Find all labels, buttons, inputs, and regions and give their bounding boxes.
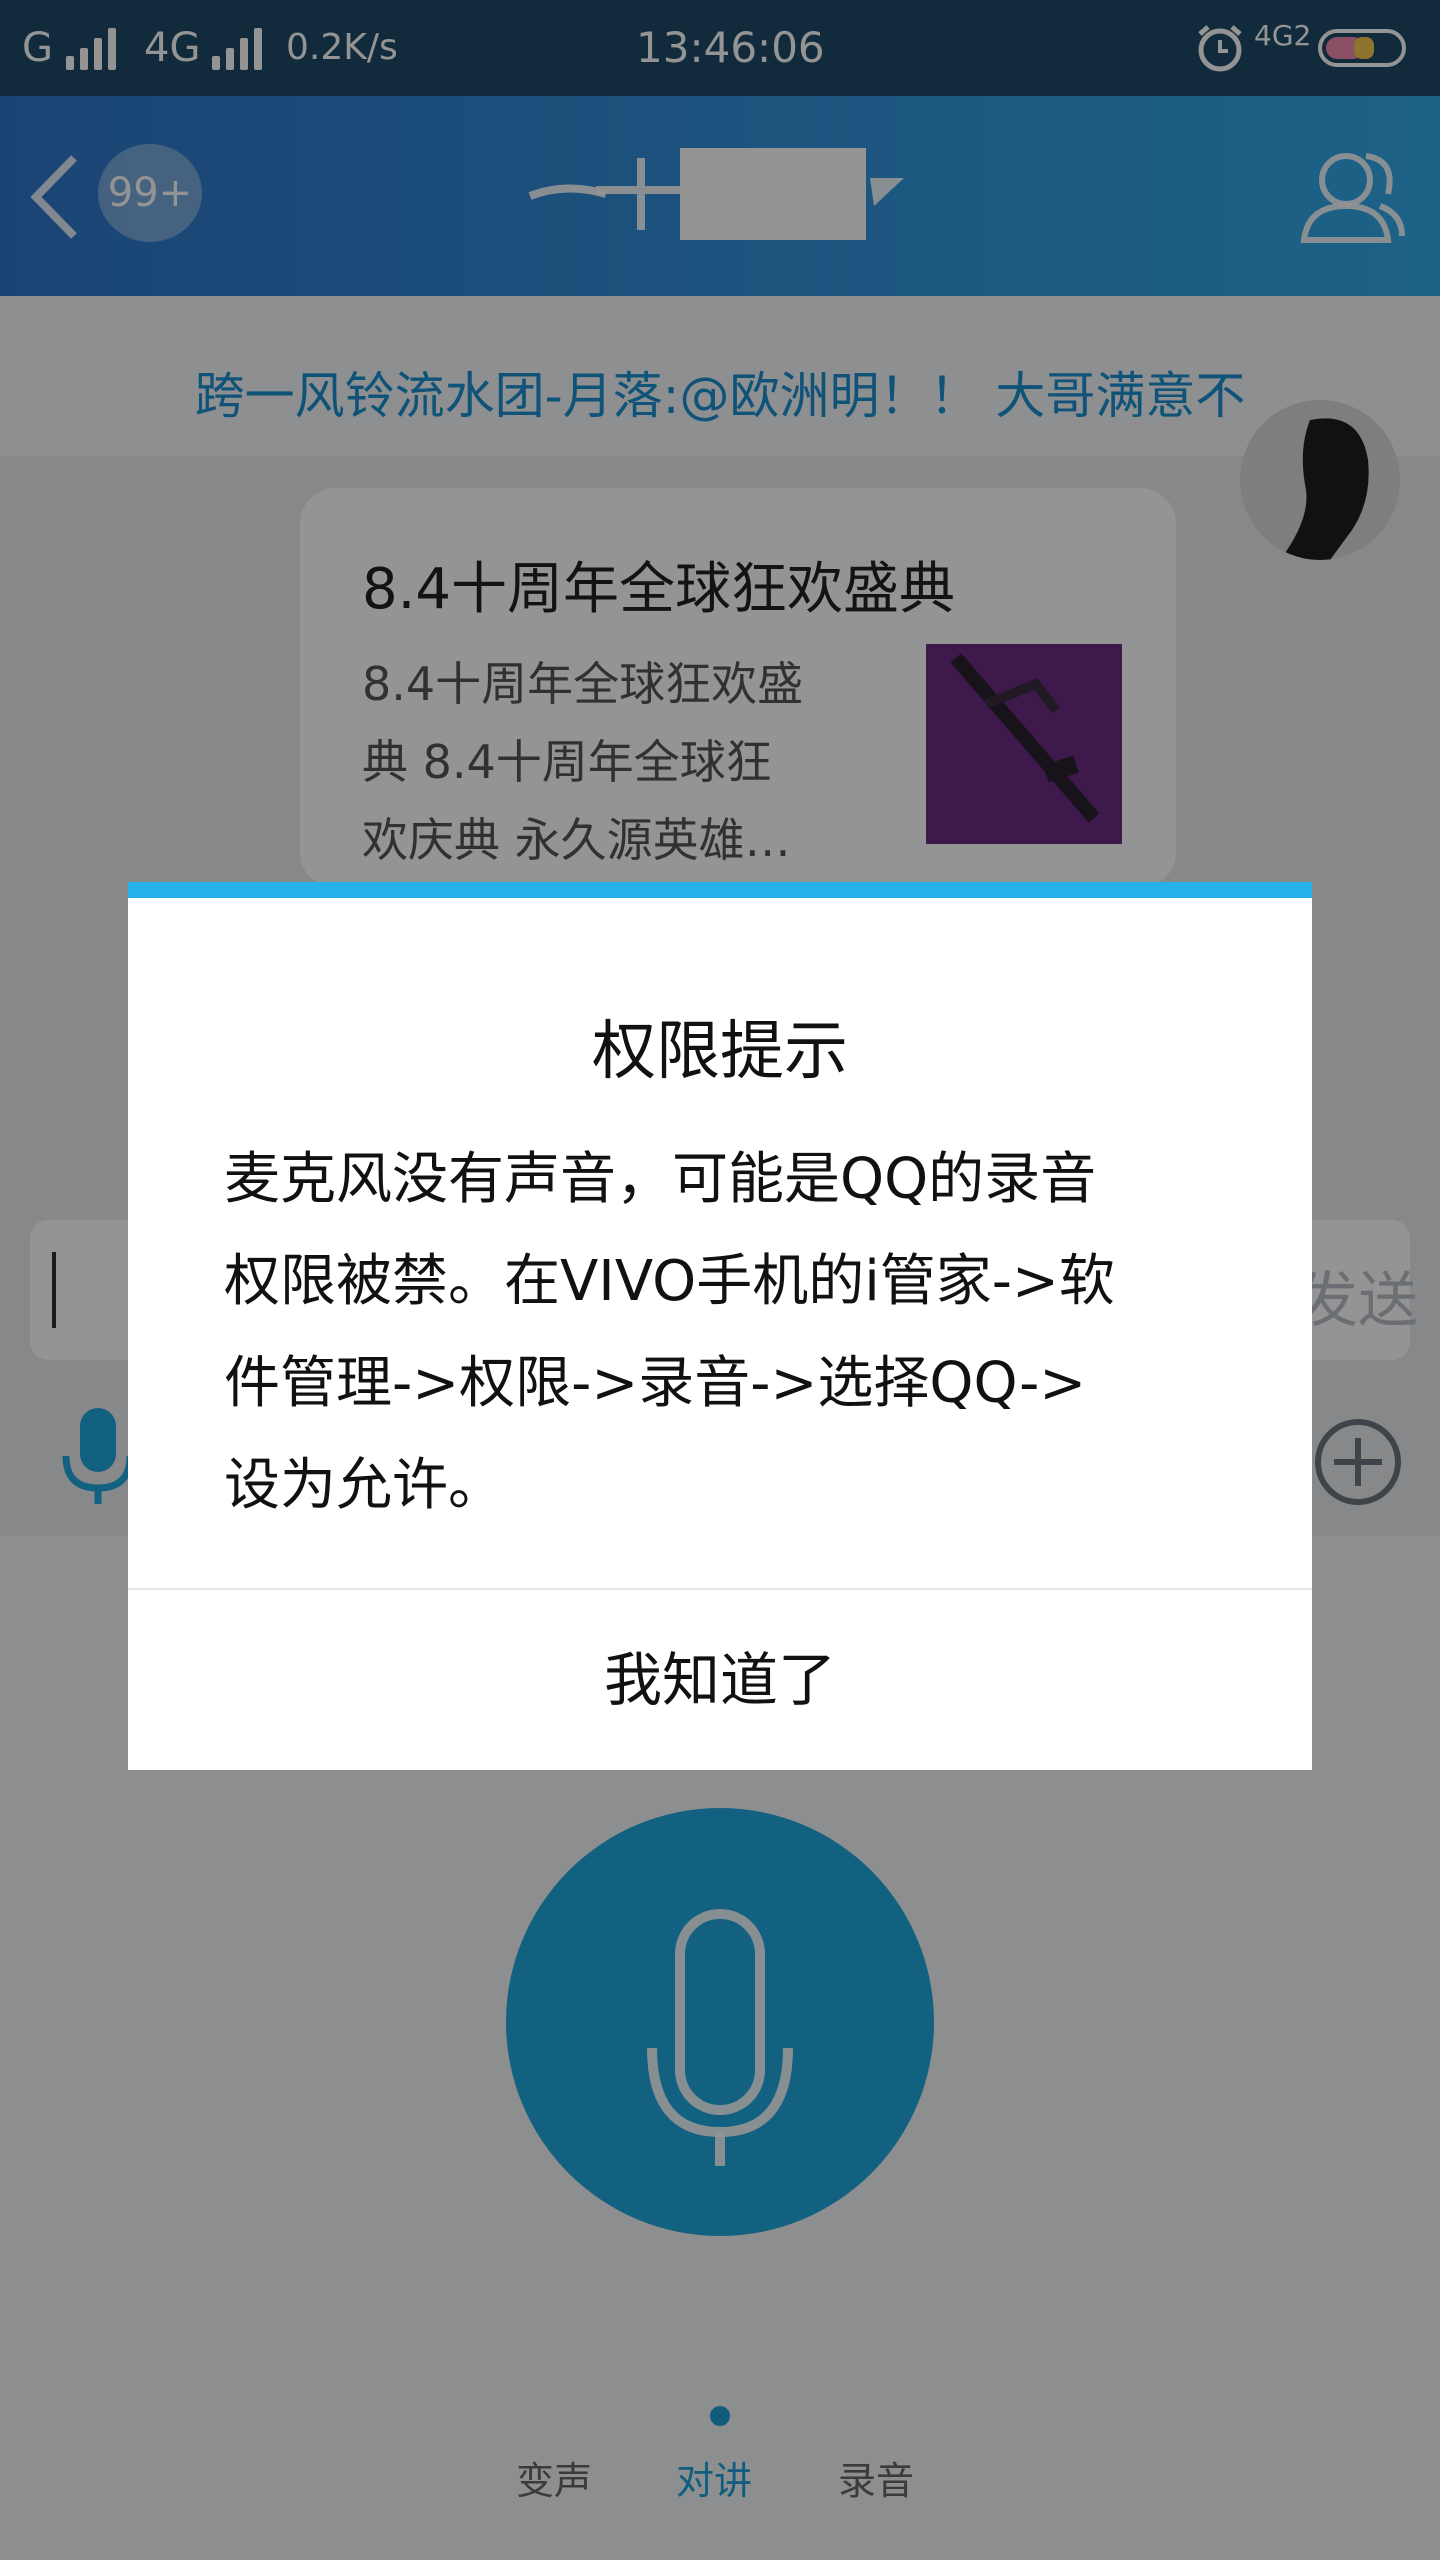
dialog-message-line: 件管理->权限->录音->选择QQ-> (224, 1351, 1087, 1416)
permission-dialog: 权限提示 麦克风没有声音，可能是QQ的录音 权限被禁。在VIVO手机的i管家->… (128, 882, 1312, 1770)
dialog-accent-bar (128, 882, 1312, 898)
dialog-message-line: 设为允许。 (224, 1453, 504, 1518)
dialog-message-line: 麦克风没有声音，可能是QQ的录音 (224, 1147, 1097, 1212)
confirm-button[interactable]: 我知道了 (128, 1590, 1312, 1770)
dialog-title: 权限提示 (592, 1015, 848, 1089)
dialog-message-line: 权限被禁。在VIVO手机的i管家->软 (224, 1249, 1115, 1314)
